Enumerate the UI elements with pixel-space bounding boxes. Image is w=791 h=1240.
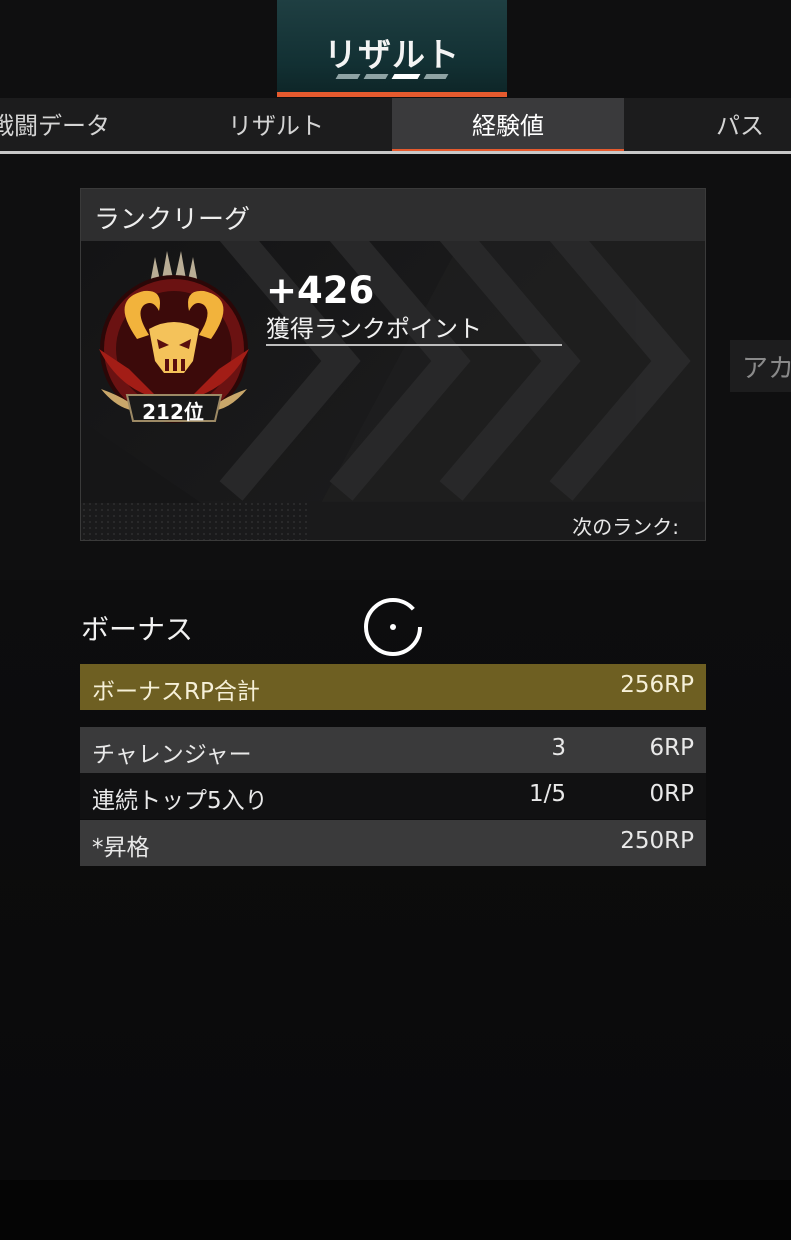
tab-bar-divider — [0, 151, 791, 154]
rank-progress-line — [266, 344, 562, 346]
bonus-row-label: *昇格 — [92, 835, 150, 861]
bonus-title: ボーナス — [81, 613, 194, 646]
bonus-row-label: チャレンジャー — [92, 742, 252, 768]
bonus-total-label: ボーナスRP合計 — [92, 679, 260, 705]
side-tab-label: アカ — [742, 354, 791, 384]
tab-experience[interactable]: 経験値 — [392, 98, 624, 152]
bonus-total-points: 256RP — [620, 672, 694, 698]
bonus-row-points: 0RP — [649, 781, 694, 807]
tab-bar: 戦闘データ リザルト 経験値 パス — [0, 98, 791, 152]
placement-label: 212位 — [142, 400, 204, 424]
next-rank-label: 次のランク: — [572, 515, 679, 539]
tab-combat-data[interactable]: 戦闘データ — [0, 98, 160, 152]
tab-result[interactable]: リザルト — [160, 98, 392, 152]
bonus-row: 連続トップ5入り 1/5 0RP — [80, 773, 706, 819]
bonus-row-label: 連続トップ5入り — [92, 788, 268, 814]
tab-pass[interactable]: パス — [624, 98, 791, 152]
rank-points-label: 獲得ランクポイント — [266, 315, 482, 343]
rank-league-card: ランクリーグ 212位 +426 獲得ランクポイント 次のランク: — [80, 188, 706, 541]
rank-points-gained: +426 — [266, 269, 375, 312]
page-title: リザルト — [324, 35, 460, 74]
page-dot-active — [391, 74, 421, 79]
bonus-row: チャレンジャー 3 6RP — [80, 727, 706, 773]
loading-spinner-icon — [364, 598, 422, 656]
bonus-row-points: 250RP — [620, 828, 694, 854]
bonus-row: *昇格 250RP — [80, 820, 706, 866]
page-dot — [363, 74, 389, 79]
title-underline — [277, 92, 507, 97]
bonus-row-points: 6RP — [649, 735, 694, 761]
bonus-row-count: 1/5 — [528, 781, 566, 807]
bonus-row-count: 3 — [551, 735, 566, 761]
side-tab-account[interactable]: アカ — [730, 340, 791, 392]
page-dot — [335, 74, 361, 79]
page-dot — [423, 74, 449, 79]
rank-card-header: ランクリーグ — [81, 189, 705, 241]
footer-band — [0, 1180, 791, 1240]
bonus-total-row: ボーナスRP合計 256RP — [80, 664, 706, 710]
page-indicator — [335, 74, 449, 80]
rank-card-title: ランクリーグ — [94, 205, 251, 235]
page-title-plate: リザルト — [277, 0, 507, 92]
